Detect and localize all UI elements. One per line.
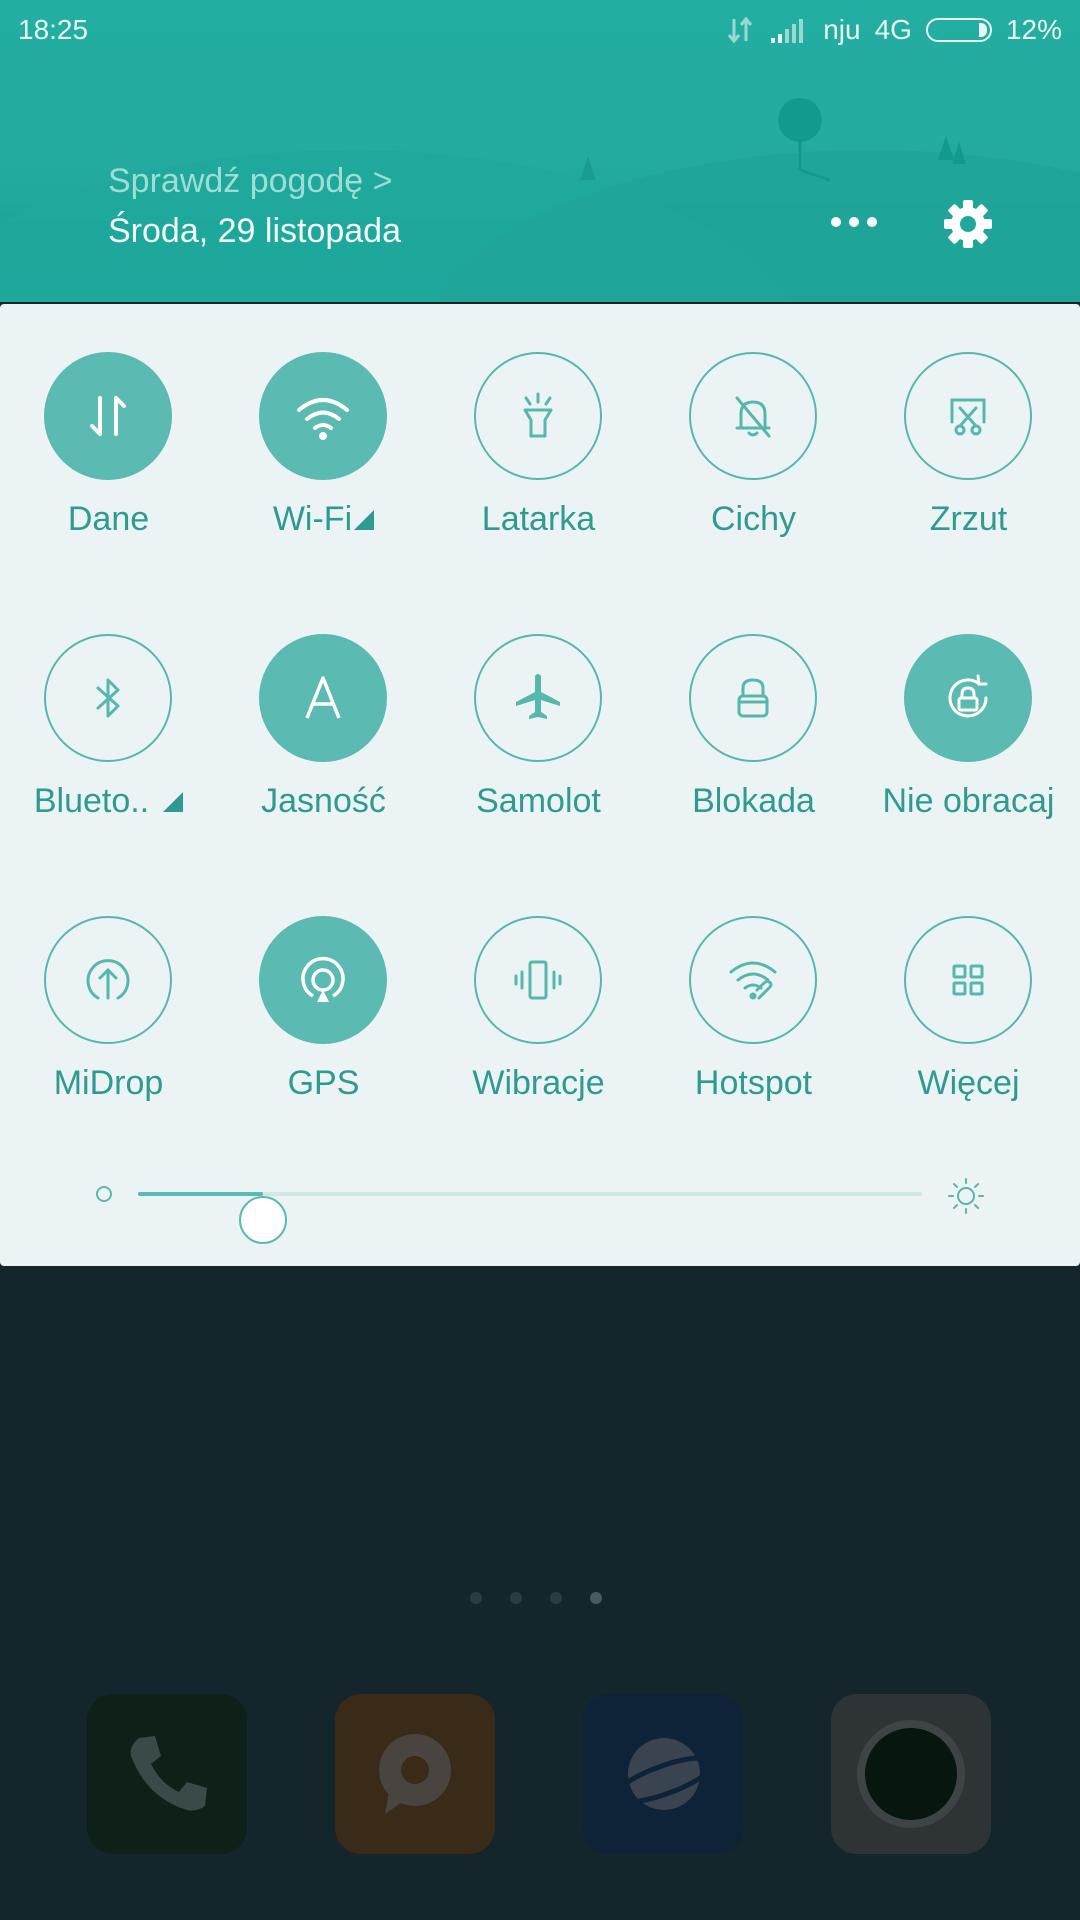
dot <box>831 217 841 227</box>
page-dot <box>510 1592 522 1604</box>
tile-wifi[interactable]: Wi-Fi <box>216 352 431 582</box>
tile-jasnosc[interactable]: Jasność <box>216 634 431 864</box>
more-grid-icon[interactable] <box>904 916 1032 1044</box>
tile-label: Jasność <box>261 782 386 820</box>
tile-cichy[interactable]: Cichy <box>646 352 861 582</box>
brightness-track[interactable] <box>138 1192 922 1244</box>
dot <box>867 217 877 227</box>
tile-label: Blueto.. <box>1 782 216 821</box>
brightness-slider[interactable] <box>0 1164 1080 1244</box>
tile-label: Latarka <box>481 500 596 538</box>
expand-arrow-icon[interactable] <box>354 510 375 530</box>
quick-settings-panel: Dane Wi-Fi Latarka Cichy Zrzut Blueto.. … <box>0 304 1080 1266</box>
tile-label: Więcej <box>917 1064 1020 1102</box>
tile-label: Nie obracaj <box>882 782 1055 820</box>
tile-blokada[interactable]: Blokada <box>646 634 861 864</box>
more-options-button[interactable] <box>824 200 884 244</box>
home-page-indicator <box>470 1592 602 1604</box>
network-type: 4G <box>874 14 912 45</box>
tile-bluetooth[interactable]: Blueto.. <box>1 634 216 864</box>
tile-label: Hotspot <box>694 1064 813 1102</box>
brightness-thumb[interactable] <box>239 1196 288 1244</box>
tile-label: Blokada <box>692 782 815 820</box>
flashlight-icon[interactable] <box>474 352 602 480</box>
tile-label: Zrzut <box>929 500 1008 538</box>
airplane-icon[interactable] <box>474 634 602 762</box>
tile-gps[interactable]: GPS <box>216 916 431 1146</box>
phone-app-icon[interactable] <box>87 1694 247 1854</box>
tile-label: Dane <box>67 500 150 538</box>
status-bar: 18:25 nju 4G 12% <box>0 0 1080 60</box>
tile-label-text: Blueto.. <box>33 782 150 820</box>
tile-samolot[interactable]: Samolot <box>431 634 646 864</box>
lock-icon[interactable] <box>689 634 817 762</box>
brightness-fill <box>138 1192 264 1196</box>
carrier-name: nju <box>823 14 861 45</box>
bluetooth-icon[interactable] <box>44 634 172 762</box>
tile-wibracje[interactable]: Wibracje <box>431 916 646 1146</box>
header-landscape-decoration <box>580 98 966 182</box>
tile-dane[interactable]: Dane <box>1 352 216 582</box>
tile-nie-obracaj[interactable]: Nie obracaj <box>861 634 1076 864</box>
battery-percent: 12% <box>1005 14 1062 45</box>
battery-icon <box>925 18 992 42</box>
tile-label: GPS <box>287 1064 360 1102</box>
notification-header: 18:25 nju 4G 12% Sprawdź pogodę > Środa,… <box>0 0 1080 302</box>
data-transfer-icon <box>728 16 753 44</box>
browser-app-icon[interactable] <box>583 1694 743 1854</box>
silent-bell-icon[interactable] <box>689 352 817 480</box>
tile-label: Wibracje <box>472 1064 605 1102</box>
auto-brightness-icon[interactable] <box>259 634 387 762</box>
tile-label: Samolot <box>476 782 601 820</box>
tile-hotspot[interactable]: Hotspot <box>646 916 861 1146</box>
tile-label-text: Wi-Fi <box>272 500 353 538</box>
wifi-icon[interactable] <box>259 352 387 480</box>
camera-app-icon[interactable] <box>831 1694 991 1854</box>
status-time: 18:25 <box>18 14 89 45</box>
messages-app-icon[interactable] <box>335 1694 495 1854</box>
date-text: Środa, 29 listopada <box>108 212 401 250</box>
dot <box>849 217 859 227</box>
weather-link[interactable]: Sprawdź pogodę > <box>108 162 392 201</box>
hotspot-icon[interactable] <box>689 916 817 1044</box>
brightness-low-icon <box>96 1186 112 1202</box>
tile-label: Cichy <box>710 500 797 538</box>
tile-wiecej[interactable]: Więcej <box>861 916 1076 1146</box>
screenshot-icon[interactable] <box>904 352 1032 480</box>
tile-midrop[interactable]: MiDrop <box>1 916 216 1146</box>
brightness-high-icon <box>948 1178 984 1214</box>
mobile-data-icon[interactable] <box>44 352 172 480</box>
tile-latarka[interactable]: Latarka <box>431 352 646 582</box>
settings-gear-icon[interactable] <box>940 196 996 252</box>
page-dot <box>550 1592 562 1604</box>
page-dot-active <box>590 1592 602 1604</box>
tile-label: Wi-Fi <box>216 500 431 539</box>
rotation-lock-icon[interactable] <box>904 634 1032 762</box>
vibrate-icon[interactable] <box>474 916 602 1044</box>
tile-zrzut[interactable]: Zrzut <box>861 352 1076 582</box>
signal-strength-icon <box>771 19 804 43</box>
expand-arrow-icon[interactable] <box>163 792 184 812</box>
page-dot <box>470 1592 482 1604</box>
midrop-icon[interactable] <box>44 916 172 1044</box>
gps-icon[interactable] <box>259 916 387 1044</box>
status-right-group: nju 4G 12% <box>725 14 1062 46</box>
tile-label: MiDrop <box>53 1064 164 1102</box>
